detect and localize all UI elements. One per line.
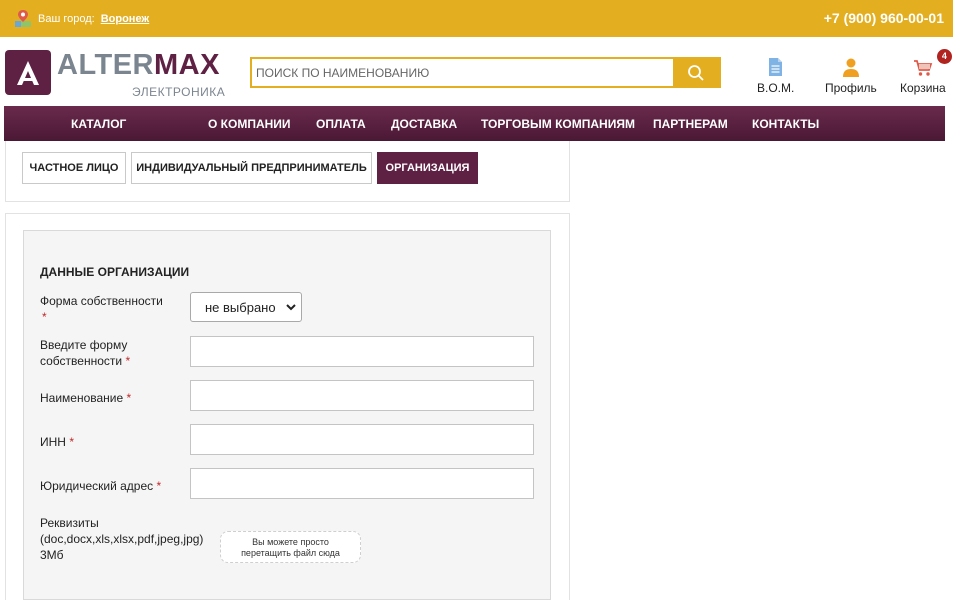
inn-input[interactable] (190, 424, 534, 455)
profile-label: Профиль (825, 81, 877, 95)
inn-label: ИНН * (40, 434, 74, 450)
drop-zone-line-1: Вы можете просто (252, 537, 329, 547)
city-label: Ваш город: (38, 12, 95, 25)
cart-link[interactable]: 4 Корзина (900, 49, 952, 95)
bom-label: B.O.M. (757, 81, 795, 95)
search-box (250, 57, 721, 88)
file-drop-zone[interactable]: Вы можете просто перетащить файл сюда (220, 531, 361, 563)
map-pin-icon (15, 10, 31, 27)
nav-item-catalog[interactable]: КАТАЛОГ (71, 117, 126, 131)
address-label: Юридический адрес * (40, 478, 161, 494)
chevron-down-icon (286, 304, 296, 311)
inn-label-text: ИНН (40, 435, 66, 449)
files-label-line-2: (doc,docx,xls,xlsx,pdf,jpeg,jpg) (40, 532, 204, 546)
search-button[interactable] (673, 59, 719, 86)
cart-count-badge: 4 (936, 49, 952, 64)
files-label: Реквизиты (doc,docx,xls,xlsx,pdf,jpeg,jp… (40, 515, 203, 563)
city-selector[interactable]: Ваш город: Воронеж (14, 9, 149, 28)
required-mark: * (126, 391, 132, 405)
nav-item-trade[interactable]: ТОРГОВЫМ КОМПАНИЯМ (481, 117, 635, 131)
drop-zone-line-2: перетащить файл сюда (241, 548, 340, 558)
files-label-line-3: 3Мб (40, 548, 64, 562)
city-link[interactable]: Воронеж (101, 13, 150, 25)
required-mark: * (125, 354, 131, 368)
search-input[interactable] (252, 59, 673, 86)
enter-ownership-label: Введите форму собственности * (40, 337, 130, 369)
address-input[interactable] (190, 468, 534, 499)
ownership-select[interactable]: не выбрано (190, 292, 302, 322)
address-label-text: Юридический адрес (40, 479, 154, 493)
bom-link[interactable]: B.O.M. (757, 55, 794, 95)
phone-number[interactable]: +7 (900) 960-00-01 (824, 10, 944, 26)
name-label-text: Наименование (40, 391, 124, 405)
name-input[interactable] (190, 380, 534, 411)
brand-subtitle: ЭЛЕКТРОНИКА (132, 85, 226, 99)
files-label-line-1: Реквизиты (40, 516, 99, 530)
name-label: Наименование * (40, 390, 131, 406)
ownership-select-value: не выбрано (205, 299, 276, 315)
enter-ownership-line-1: Введите форму (40, 338, 128, 352)
search-icon (688, 64, 704, 81)
enter-ownership-line-2: собственности (40, 354, 123, 368)
ownership-label-text: Форма собственности (40, 294, 163, 308)
tab-organization[interactable]: ОРГАНИЗАЦИЯ (377, 152, 478, 184)
nav-item-contacts[interactable]: КОНТАКТЫ (752, 117, 819, 131)
cart-icon (913, 60, 933, 76)
top-bar: Ваш город: Воронеж +7 (900) 960-00-01 (0, 0, 953, 37)
user-icon (842, 58, 859, 77)
document-icon (769, 58, 783, 76)
brand-part-1: ALTER (57, 49, 155, 81)
ownership-input[interactable] (190, 336, 534, 367)
nav-item-partners[interactable]: ПАРТНЕРАМ (653, 117, 728, 131)
brand-name: ALTERMAX (57, 49, 220, 81)
ownership-label: Форма собственности * (40, 293, 163, 325)
nav-item-about[interactable]: О КОМПАНИИ (208, 117, 291, 131)
nav-item-delivery[interactable]: ДОСТАВКА (391, 117, 457, 131)
cart-label: Корзина (900, 81, 946, 95)
tab-entrepreneur[interactable]: ИНДИВИДУАЛЬНЫЙ ПРЕДПРИНИМАТЕЛЬ (131, 152, 372, 184)
logo[interactable] (5, 50, 51, 95)
required-mark: * (69, 435, 74, 449)
section-title: ДАННЫЕ ОРГАНИЗАЦИИ (40, 265, 190, 279)
main-nav: КАТАЛОГ О КОМПАНИИ ОПЛАТА ДОСТАВКА ТОРГО… (4, 106, 945, 141)
tab-individual[interactable]: ЧАСТНОЕ ЛИЦО (22, 152, 126, 184)
profile-link[interactable]: Профиль (825, 55, 877, 95)
logo-mark-icon (17, 61, 39, 85)
required-mark: * (156, 479, 162, 493)
brand-part-2: MAX (154, 49, 220, 81)
required-mark: * (42, 310, 47, 324)
nav-item-payment[interactable]: ОПЛАТА (316, 117, 366, 131)
